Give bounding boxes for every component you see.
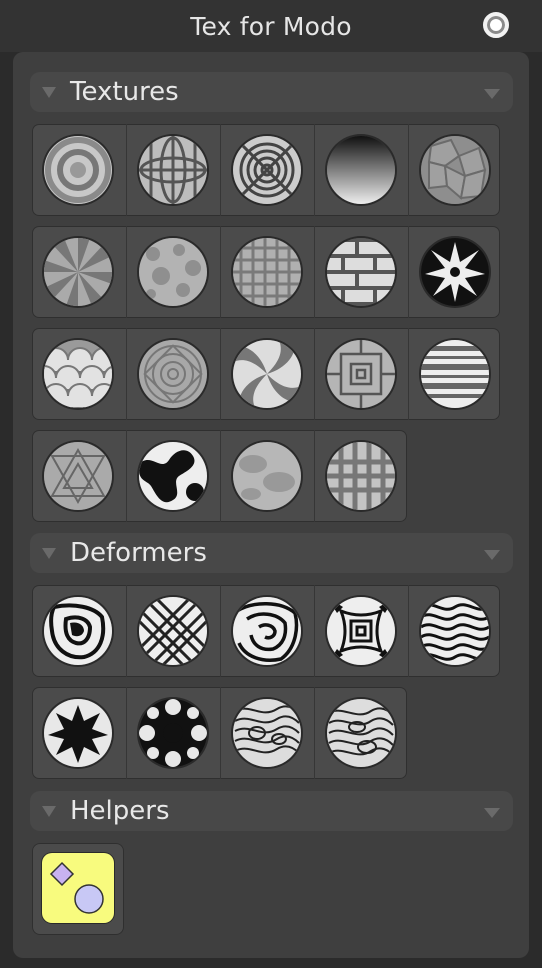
shape-helper-icon <box>42 853 114 923</box>
warp-icon <box>44 597 112 665</box>
square-tiles-icon <box>327 340 395 408</box>
deformer-ripple-b-button[interactable] <box>314 687 409 779</box>
texture-cloud-button[interactable] <box>220 430 315 522</box>
texture-sunburst-button[interactable] <box>32 226 126 318</box>
chevron-down-icon[interactable] <box>484 550 500 560</box>
texture-stripes-button[interactable] <box>408 328 503 420</box>
texture-scales-button[interactable] <box>32 328 126 420</box>
ripple-b-icon <box>327 699 395 767</box>
wave-icon <box>421 597 489 665</box>
collapse-triangle-icon <box>42 806 56 817</box>
weave-icon <box>327 442 395 510</box>
chevron-down-icon[interactable] <box>484 808 500 818</box>
radial-sunburst-icon <box>44 238 112 306</box>
textures-row-4 <box>32 430 407 522</box>
x-cross-icon <box>139 597 207 665</box>
voronoi-icon <box>421 136 489 204</box>
stripes-icon <box>421 340 489 408</box>
plaid-icon <box>233 238 301 306</box>
texture-triangle-button[interactable] <box>32 430 126 522</box>
texture-radial-button[interactable] <box>126 328 221 420</box>
flower-dots-icon <box>139 699 207 767</box>
texture-weave-button[interactable] <box>314 430 409 522</box>
deformer-square-swirl-button[interactable] <box>220 585 315 677</box>
deformer-flower-dots-button[interactable] <box>126 687 221 779</box>
noise-icon <box>139 238 207 306</box>
deformer-warp-button[interactable] <box>32 585 126 677</box>
textures-row-2 <box>32 226 500 318</box>
scales-icon <box>44 340 112 408</box>
section-header-helpers[interactable]: Helpers <box>30 791 513 831</box>
section-label-helpers: Helpers <box>70 796 170 826</box>
brick-icon <box>327 238 395 306</box>
title-bar: Tex for Modo <box>0 0 542 52</box>
textures-row-3 <box>32 328 500 420</box>
texture-rings-button[interactable] <box>32 124 126 216</box>
flower-black-icon <box>44 699 112 767</box>
textures-row-1 <box>32 124 500 216</box>
gradient-icon <box>327 136 395 204</box>
cloud-noise-icon <box>233 442 301 510</box>
deformers-row-2 <box>32 687 407 779</box>
chevron-down-icon[interactable] <box>484 89 500 99</box>
texture-grid-button[interactable] <box>126 124 221 216</box>
collapse-triangle-icon <box>42 87 56 98</box>
deformer-square-pattern-button[interactable] <box>314 585 409 677</box>
deformer-flower-button[interactable] <box>32 687 126 779</box>
rings-icon <box>44 136 112 204</box>
swirl-icon <box>233 340 301 408</box>
texture-swirl-button[interactable] <box>220 328 315 420</box>
record-button[interactable] <box>483 12 509 38</box>
triangle-pattern-icon <box>44 442 112 510</box>
concentric-squares-icon <box>233 136 301 204</box>
deformer-cross-button[interactable] <box>126 585 221 677</box>
texture-gradient-button[interactable] <box>314 124 409 216</box>
square-swirl-icon <box>233 597 301 665</box>
deformer-ripple-a-button[interactable] <box>220 687 315 779</box>
section-label-textures: Textures <box>70 77 179 107</box>
deformer-wave-button[interactable] <box>408 585 503 677</box>
blob-noise-icon <box>139 442 207 510</box>
texture-star-button[interactable] <box>408 226 503 318</box>
deformers-row-1 <box>32 585 500 677</box>
star-icon <box>421 238 489 306</box>
texture-plaid-button[interactable] <box>220 226 315 318</box>
ripple-a-icon <box>233 699 301 767</box>
section-label-deformers: Deformers <box>70 538 207 568</box>
texture-blob-button[interactable] <box>126 430 221 522</box>
texture-voronoi-button[interactable] <box>408 124 503 216</box>
section-header-deformers[interactable]: Deformers <box>30 533 513 573</box>
texture-concentric-button[interactable] <box>220 124 315 216</box>
texture-square-tiles-button[interactable] <box>314 328 409 420</box>
texture-brick-button[interactable] <box>314 226 409 318</box>
radial-pattern-icon <box>139 340 207 408</box>
grid-lattice-icon <box>139 136 207 204</box>
square-pattern-icon <box>327 597 395 665</box>
window-title: Tex for Modo <box>190 12 352 41</box>
helper-shape-button[interactable] <box>32 843 124 935</box>
texture-noise-button[interactable] <box>126 226 221 318</box>
collapse-triangle-icon <box>42 548 56 559</box>
section-header-textures[interactable]: Textures <box>30 72 513 112</box>
